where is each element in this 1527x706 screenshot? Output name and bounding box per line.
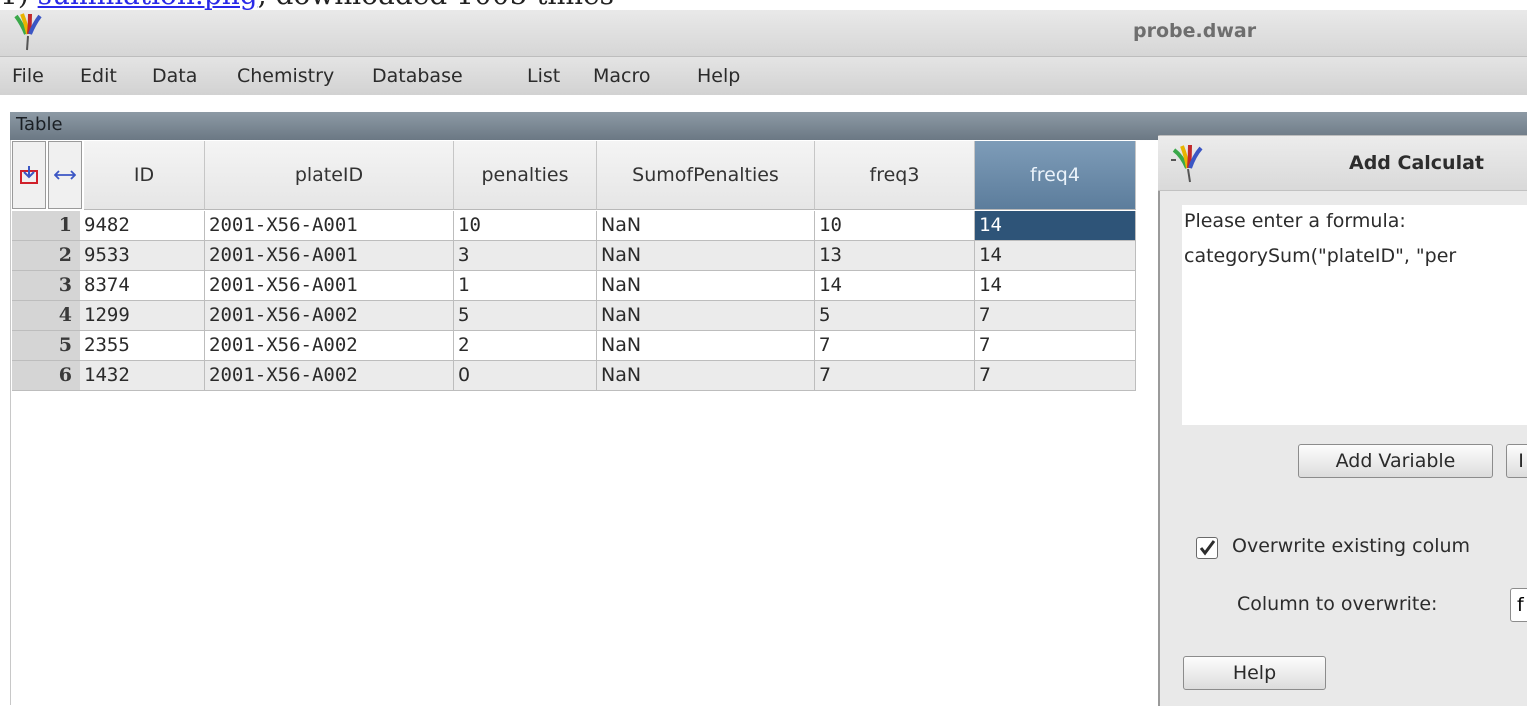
column-header-freq4[interactable]: freq4	[975, 141, 1136, 210]
menu-help[interactable]: Help	[697, 65, 740, 87]
table-cell[interactable]: 7	[815, 361, 975, 391]
datawarrior-logo-icon	[14, 13, 42, 51]
table-cell[interactable]: 2001-X56-A001	[205, 211, 454, 241]
table-cell[interactable]: 2001-X56-A002	[205, 361, 454, 391]
table-cell[interactable]: 5	[454, 301, 597, 331]
table-cell[interactable]: 1	[454, 271, 597, 301]
column-filter-button[interactable]	[12, 141, 46, 209]
add-variable-button[interactable]: Add Variable	[1298, 444, 1493, 478]
table-cell[interactable]: 9533	[80, 241, 205, 271]
formula-prompt: Please enter a formula:	[1184, 210, 1406, 232]
overwrite-checkbox[interactable]	[1196, 537, 1218, 559]
row-number[interactable]: 1	[12, 211, 80, 241]
table-cell[interactable]: NaN	[597, 271, 815, 301]
column-to-overwrite-label: Column to overwrite:	[1237, 593, 1438, 615]
table-cell[interactable]: 14	[815, 271, 975, 301]
table-cell[interactable]: 10	[454, 211, 597, 241]
column-to-overwrite-select[interactable]: f	[1510, 588, 1527, 622]
column-header-penalties[interactable]: penalties	[454, 141, 597, 210]
menu-file[interactable]: File	[12, 65, 44, 87]
window-titlebar: probe.dwar	[0, 10, 1527, 57]
window-title: probe.dwar	[1133, 20, 1257, 42]
table-cell[interactable]: 2001-X56-A002	[205, 301, 454, 331]
table-cell[interactable]: 9482	[80, 211, 205, 241]
download-icon	[20, 166, 38, 184]
table-cell[interactable]: 14	[975, 241, 1136, 271]
insert-function-button[interactable]: I	[1506, 444, 1527, 478]
menu-bar: File Edit Data Chemistry Database List M…	[0, 57, 1527, 95]
menu-macro[interactable]: Macro	[593, 65, 651, 87]
column-header-plateid[interactable]: plateID	[205, 141, 454, 210]
table-cell[interactable]: NaN	[597, 211, 815, 241]
menu-edit[interactable]: Edit	[80, 65, 117, 87]
table-cell[interactable]: 2001-X56-A002	[205, 331, 454, 361]
table-panel-title: Table	[16, 114, 63, 135]
column-header-id[interactable]: ID	[84, 141, 205, 210]
overwrite-label: Overwrite existing colum	[1232, 535, 1471, 557]
row-number[interactable]: 5	[12, 331, 80, 361]
table-cell[interactable]: 2355	[80, 331, 205, 361]
table-cell[interactable]: 1299	[80, 301, 205, 331]
dialog-titlebar: Add Calculat	[1158, 136, 1527, 191]
table-cell[interactable]: NaN	[597, 331, 815, 361]
table-cell[interactable]: 7	[815, 331, 975, 361]
column-header-freq3[interactable]: freq3	[815, 141, 975, 210]
row-number[interactable]: 2	[12, 241, 80, 271]
table-cell[interactable]: 1432	[80, 361, 205, 391]
table-cell-selected[interactable]: 14	[975, 211, 1136, 241]
column-header-sumofpenalties[interactable]: SumofPenalties	[597, 141, 815, 210]
table-cell[interactable]: 13	[815, 241, 975, 271]
table-cell[interactable]: 2001-X56-A001	[205, 271, 454, 301]
table-cell[interactable]: NaN	[597, 301, 815, 331]
menu-chemistry[interactable]: Chemistry	[237, 65, 334, 87]
table-cell[interactable]: 5	[815, 301, 975, 331]
column-width-button[interactable]	[48, 141, 82, 209]
table-cell[interactable]: 2	[454, 331, 597, 361]
checkmark-icon	[1199, 540, 1216, 556]
menu-database[interactable]: Database	[372, 65, 463, 87]
row-number[interactable]: 3	[12, 271, 80, 301]
table-cell[interactable]: 3	[454, 241, 597, 271]
formula-input[interactable]: categorySum("plateID", "per	[1184, 245, 1527, 267]
table-cell[interactable]: 7	[975, 331, 1136, 361]
table-cell[interactable]: 8374	[80, 271, 205, 301]
menu-list[interactable]: List	[527, 65, 560, 87]
row-number[interactable]: 6	[12, 361, 80, 391]
help-button[interactable]: Help	[1183, 656, 1326, 690]
menu-data[interactable]: Data	[152, 65, 197, 87]
datawarrior-logo-icon	[1171, 144, 1203, 183]
table-cell[interactable]: 0	[454, 361, 597, 391]
table-cell[interactable]: 14	[975, 271, 1136, 301]
table-cell[interactable]: 2001-X56-A001	[205, 241, 454, 271]
row-number[interactable]: 4	[12, 301, 80, 331]
dialog-title: Add Calculat	[1349, 152, 1485, 174]
table-cell[interactable]: 7	[975, 361, 1136, 391]
table-cell[interactable]: 7	[975, 301, 1136, 331]
table-cell[interactable]: NaN	[597, 241, 815, 271]
resize-horizontal-icon	[54, 170, 76, 180]
table-cell[interactable]: NaN	[597, 361, 815, 391]
table-cell[interactable]: 10	[815, 211, 975, 241]
formula-area[interactable]	[1182, 205, 1527, 425]
